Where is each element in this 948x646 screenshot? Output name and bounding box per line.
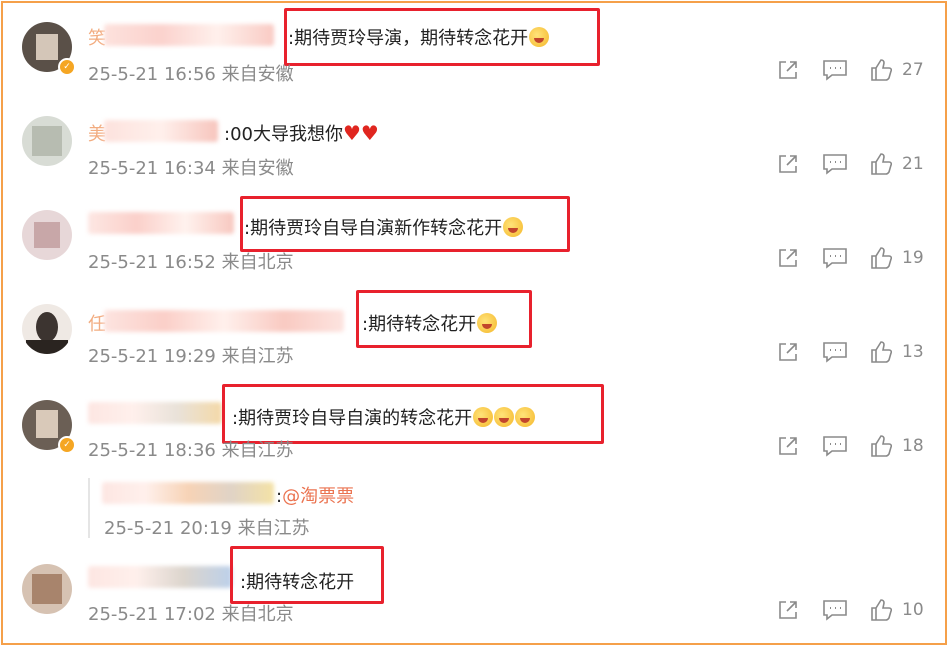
highlight-box <box>356 290 532 348</box>
like-count: 18 <box>902 436 924 456</box>
like-icon[interactable] <box>870 434 893 462</box>
highlight-box <box>240 196 570 252</box>
like-icon[interactable] <box>870 246 893 274</box>
user-name-blurred <box>88 402 222 424</box>
like-icon[interactable] <box>870 58 893 86</box>
comment-icon[interactable] <box>822 340 848 368</box>
comment-icon[interactable] <box>822 58 848 86</box>
share-icon[interactable] <box>776 152 800 180</box>
user-name-blurred <box>104 24 274 46</box>
avatar[interactable] <box>22 564 72 614</box>
reply-text: :@淘票票 <box>276 486 355 507</box>
like-icon[interactable] <box>870 152 893 180</box>
reply-item: :@淘票票 25-5-21 20:19 来自江苏 <box>88 478 510 539</box>
highlight-box <box>284 8 600 66</box>
share-icon[interactable] <box>776 434 800 462</box>
comment-time: 25-5-21 17:02 来自北京 <box>88 604 294 625</box>
like-count: 27 <box>902 60 924 80</box>
like-icon[interactable] <box>870 340 893 368</box>
comment-time: 25-5-21 19:29 来自江苏 <box>88 346 294 367</box>
comment-icon[interactable] <box>822 152 848 180</box>
verified-badge-icon: ✓ <box>58 436 76 454</box>
share-icon[interactable] <box>776 598 800 626</box>
user-name-blurred <box>88 212 234 234</box>
avatar[interactable] <box>22 304 72 354</box>
user-name-blurred <box>88 566 232 588</box>
like-count: 13 <box>902 342 924 362</box>
like-icon[interactable] <box>870 598 893 626</box>
comment-time: 25-5-21 16:34 来自安徽 <box>88 158 294 179</box>
reply-time: 25-5-21 20:19 来自江苏 <box>104 518 310 539</box>
highlight-box <box>230 546 384 604</box>
highlight-box <box>222 384 604 444</box>
share-icon[interactable] <box>776 58 800 86</box>
share-icon[interactable] <box>776 246 800 274</box>
user-name-blurred <box>104 310 344 332</box>
heart-icon: ♥♥ <box>342 121 379 145</box>
comment-text: :00大导我想你♥♥ <box>224 121 379 145</box>
avatar[interactable] <box>22 210 72 260</box>
comment-icon[interactable] <box>822 598 848 626</box>
verified-badge-icon: ✓ <box>58 58 76 76</box>
like-count: 21 <box>902 154 924 174</box>
user-name-blurred <box>104 120 218 142</box>
comment-time: 25-5-21 16:56 来自安徽 <box>88 64 294 85</box>
comment-time: 25-5-21 18:36 来自江苏 <box>88 440 294 461</box>
comment-time: 25-5-21 16:52 来自北京 <box>88 252 294 273</box>
share-icon[interactable] <box>776 340 800 368</box>
comment-icon[interactable] <box>822 434 848 462</box>
like-count: 10 <box>902 600 924 620</box>
reply-user-name-blurred <box>102 482 274 504</box>
like-count: 19 <box>902 248 924 268</box>
mention-link[interactable]: @淘票票 <box>282 486 354 507</box>
avatar[interactable] <box>22 116 72 166</box>
comment-icon[interactable] <box>822 246 848 274</box>
